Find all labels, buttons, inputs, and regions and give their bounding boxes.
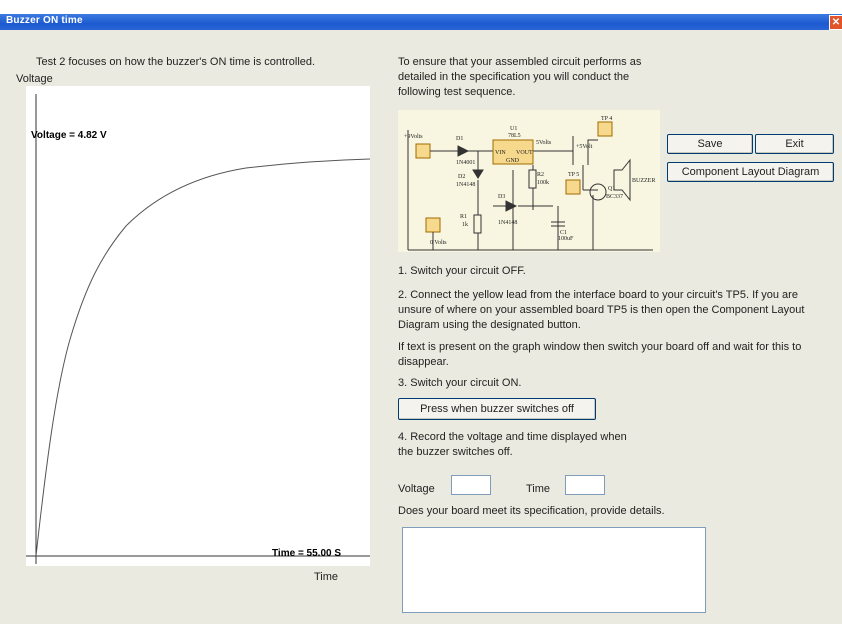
plus9-label: +9Volts [404, 134, 423, 140]
voltage-graph: Voltage = 4.82 V Time = 55.00 S [26, 86, 370, 566]
charging-curve [35, 158, 370, 557]
r2-label: R2 [537, 172, 544, 178]
left-heading: Test 2 focuses on how the buzzer's ON ti… [36, 56, 316, 68]
window-title: Buzzer ON time [6, 15, 83, 26]
q1-label: Q1 [608, 186, 615, 192]
c1-value: 100uF [558, 236, 574, 242]
time-readout: Time = 55.00 S [272, 548, 342, 559]
tp5-terminal [565, 179, 581, 195]
component-layout-button[interactable]: Component Layout Diagram [667, 162, 834, 182]
q1-part: BC337 [606, 194, 623, 200]
zero-terminal [425, 217, 441, 233]
save-button[interactable]: Save [667, 134, 753, 154]
step-1: 1. Switch your circuit OFF. [398, 265, 526, 277]
vout-label: VOUT [516, 150, 533, 156]
five2-label: +5Volt [576, 144, 593, 150]
r1-label: R1 [460, 214, 467, 220]
voltage-readout: Voltage = 4.82 V [31, 130, 107, 141]
d3-diode [505, 200, 518, 212]
tp4-label: TP 4 [601, 116, 612, 122]
spec-question: Does your board meet its specification, … [398, 505, 665, 517]
d2-label: D2 [458, 174, 465, 180]
time-input[interactable] [565, 475, 605, 495]
u1-label: U1 [510, 126, 517, 132]
five-label: 5Volts [536, 140, 552, 146]
title-bar: Buzzer ON time ✕ [0, 0, 842, 30]
close-button[interactable]: ✕ [829, 15, 842, 30]
buzzer-label: BUZZER [632, 178, 655, 184]
zero-label: 0 Volts [430, 240, 447, 246]
r1-resistor [473, 214, 482, 234]
title-bar-strip [0, 14, 842, 30]
details-textarea[interactable] [402, 527, 706, 613]
d2-part: 1N4148 [456, 182, 475, 188]
step-2: 2. Connect the yellow lead from the inte… [398, 289, 805, 331]
d1-diode [457, 145, 470, 157]
vin-label: VIN [495, 150, 506, 156]
d1-label: D1 [456, 136, 463, 142]
x-axis-label: Time [314, 571, 339, 583]
r2-resistor [528, 169, 537, 189]
plus9-terminal [415, 143, 431, 159]
r1-value: 1k [462, 222, 468, 228]
exit-button[interactable]: Exit [755, 134, 834, 154]
step-3: 3. Switch your circuit ON. [398, 377, 522, 389]
d1-part: 1N4001 [456, 160, 475, 166]
step-4: 4. Record the voltage and time displayed… [398, 431, 627, 458]
voltage-field-label: Voltage [398, 483, 435, 495]
d3-label: D3 [498, 194, 505, 200]
circuit-diagram: +9Volts 0 Volts D1 1N4001 D2 1N4148 D3 1… [398, 110, 660, 252]
voltage-input[interactable] [451, 475, 491, 495]
graph-canvas [26, 94, 370, 564]
tp4-terminal [597, 121, 613, 137]
d3-part: 1N4148 [498, 220, 517, 226]
tp5-label: TP 5 [568, 172, 579, 178]
intro-text: To ensure that your assembled circuit pe… [398, 56, 642, 98]
step-2-note: If text is present on the graph window t… [398, 341, 802, 368]
gnd-label: GND [506, 158, 520, 164]
time-field-label: Time [526, 483, 551, 495]
u1-part: 78L5 [508, 133, 521, 139]
circuit-schematic: +9Volts 0 Volts D1 1N4001 D2 1N4148 D3 1… [404, 116, 655, 251]
q1-transistor [589, 183, 607, 201]
y-axis-label: Voltage [16, 73, 53, 85]
d2-diode [472, 169, 484, 179]
r2-value: 100k [537, 180, 549, 186]
buzzer-off-button[interactable]: Press when buzzer switches off [398, 398, 596, 420]
